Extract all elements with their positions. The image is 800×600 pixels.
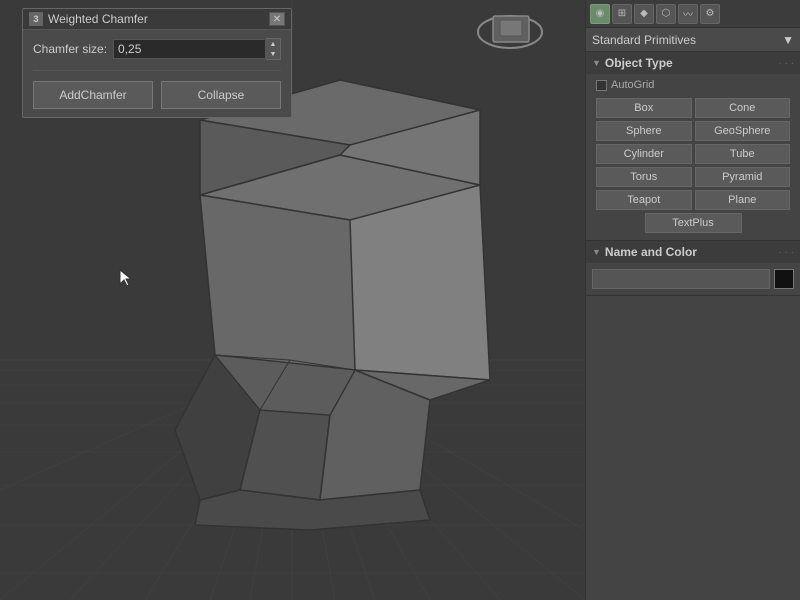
viewport[interactable]: 3 Weighted Chamfer ✕ Chamfer size: ▲ ▼ A… (0, 0, 585, 600)
dialog-app-icon: 3 (29, 12, 43, 26)
name-color-body (586, 263, 800, 295)
dropdown-label: Standard Primitives (592, 33, 696, 47)
chamfer-size-input[interactable] (113, 39, 266, 59)
name-color-dots: · · · (778, 247, 794, 258)
obj-btn-plane[interactable]: Plane (695, 190, 791, 210)
chamfer-buttons: AddChamfer Collapse (33, 81, 281, 109)
chamfer-size-row: Chamfer size: ▲ ▼ (33, 38, 281, 60)
toolbar-create-icon[interactable]: ◉ (590, 4, 610, 24)
chamfer-titlebar-left: 3 Weighted Chamfer (29, 12, 148, 26)
name-color-row (592, 269, 794, 289)
chamfer-dialog: 3 Weighted Chamfer ✕ Chamfer size: ▲ ▼ A… (22, 8, 292, 118)
object-type-header[interactable]: ▼ Object Type · · · (586, 52, 800, 74)
obj-btn-torus[interactable]: Torus (596, 167, 692, 187)
name-color-title: Name and Color (605, 245, 697, 259)
collapse-button[interactable]: Collapse (161, 81, 281, 109)
toolbar-hierarchy-icon[interactable]: ◆ (634, 4, 654, 24)
dropdown-arrow-icon: ▼ (782, 33, 794, 47)
toolbar-modify-icon[interactable]: ⊞ (612, 4, 632, 24)
obj-btn-cylinder[interactable]: Cylinder (596, 144, 692, 164)
close-button[interactable]: ✕ (269, 12, 285, 26)
name-and-color-section: ▼ Name and Color · · · (586, 241, 800, 296)
add-chamfer-button[interactable]: AddChamfer (33, 81, 153, 109)
object-type-body: AutoGrid Box Cone Sphere GeoSphere Cylin… (586, 74, 800, 240)
divider (33, 70, 281, 71)
chamfer-spinner[interactable]: ▲ ▼ (113, 38, 281, 60)
top-toolbar: ◉ ⊞ ◆ ⬡ 〰 ⚙ (586, 0, 800, 28)
chamfer-body: Chamfer size: ▲ ▼ AddChamfer Collapse (23, 30, 291, 117)
section-dots: · · · (778, 58, 794, 69)
autogrid-row: AutoGrid (592, 78, 794, 92)
name-input-field[interactable] (592, 269, 770, 289)
toolbar-motion-icon[interactable]: ⬡ (656, 4, 676, 24)
object-type-title: Object Type (605, 56, 673, 70)
object-type-section: ▼ Object Type · · · AutoGrid Box Cone Sp… (586, 52, 800, 241)
spinner-down[interactable]: ▼ (266, 49, 280, 59)
obj-btn-textplus[interactable]: TextPlus (645, 213, 742, 233)
chamfer-titlebar[interactable]: 3 Weighted Chamfer ✕ (23, 9, 291, 30)
chamfer-size-label: Chamfer size: (33, 42, 107, 56)
dialog-title: Weighted Chamfer (48, 12, 148, 26)
spinner-arrows: ▲ ▼ (266, 38, 281, 60)
obj-btn-pyramid[interactable]: Pyramid (695, 167, 791, 187)
toolbar-display-icon[interactable]: 〰 (678, 4, 698, 24)
spinner-up[interactable]: ▲ (266, 39, 280, 49)
section-collapse-icon: ▼ (592, 58, 601, 68)
object-buttons-grid: Box Cone Sphere GeoSphere Cylinder Tube … (592, 95, 794, 236)
name-color-collapse-icon: ▼ (592, 247, 601, 257)
obj-btn-geosphere[interactable]: GeoSphere (695, 121, 791, 141)
name-color-header[interactable]: ▼ Name and Color · · · (586, 241, 800, 263)
toolbar-utilities-icon[interactable]: ⚙ (700, 4, 720, 24)
autogrid-checkbox[interactable] (596, 80, 607, 91)
right-panel: ◉ ⊞ ◆ ⬡ 〰 ⚙ Standard Primitives ▼ ▼ Obje… (585, 0, 800, 600)
obj-btn-box[interactable]: Box (596, 98, 692, 118)
autogrid-label: AutoGrid (611, 79, 654, 91)
color-swatch[interactable] (774, 269, 794, 289)
obj-btn-sphere[interactable]: Sphere (596, 121, 692, 141)
obj-btn-tube[interactable]: Tube (695, 144, 791, 164)
obj-btn-cone[interactable]: Cone (695, 98, 791, 118)
panel-dropdown-bar[interactable]: Standard Primitives ▼ (586, 28, 800, 52)
obj-btn-teapot[interactable]: Teapot (596, 190, 692, 210)
